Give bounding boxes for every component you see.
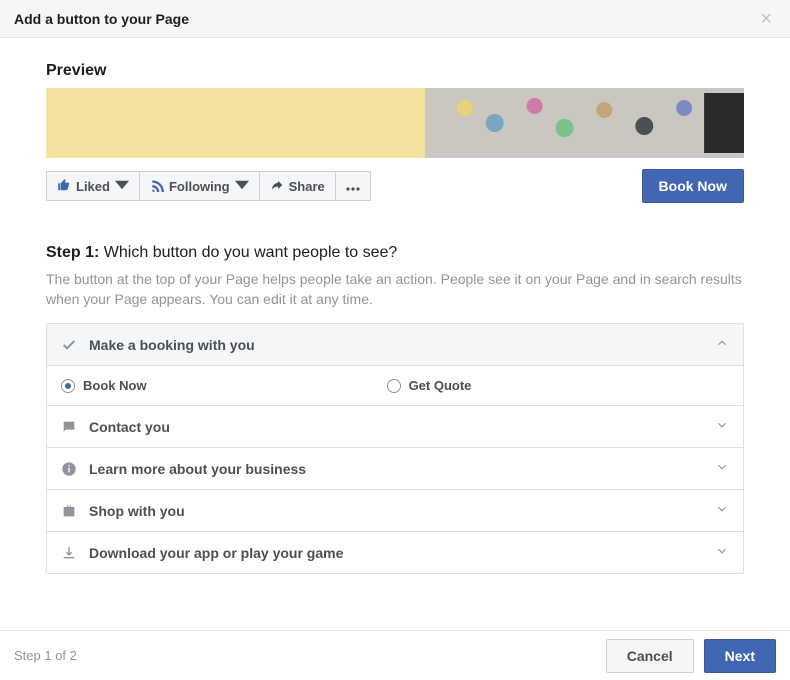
like-icon xyxy=(57,178,71,195)
radio-book-now[interactable]: Book Now xyxy=(61,378,147,393)
following-label: Following xyxy=(169,179,230,194)
caret-down-icon xyxy=(235,178,249,195)
option-make-booking[interactable]: Make a booking with you xyxy=(47,324,743,365)
option-download[interactable]: Download your app or play your game xyxy=(47,531,743,573)
option-shop[interactable]: Shop with you xyxy=(47,489,743,531)
chevron-down-icon xyxy=(715,502,729,519)
caret-down-icon xyxy=(115,178,129,195)
option-contact-label: Contact you xyxy=(89,419,703,435)
share-button[interactable]: Share xyxy=(260,171,336,201)
liked-label: Liked xyxy=(76,179,110,194)
option-download-label: Download your app or play your game xyxy=(89,545,703,561)
step-question: Which button do you want people to see? xyxy=(104,244,398,261)
rss-icon xyxy=(150,178,164,195)
radio-icon xyxy=(387,379,401,393)
modal-header: Add a button to your Page × xyxy=(0,0,790,38)
option-shop-label: Shop with you xyxy=(89,503,703,519)
modal-footer: Step 1 of 2 Cancel Next xyxy=(0,630,790,680)
preview-heading: Preview xyxy=(46,62,744,80)
modal-content: Preview Liked Following xyxy=(0,62,790,574)
option-contact-you[interactable]: Contact you xyxy=(47,405,743,447)
page-button-group: Liked Following Share xyxy=(46,171,371,201)
chat-icon xyxy=(61,419,77,435)
option-learn-more[interactable]: Learn more about your business xyxy=(47,447,743,489)
step-description: The button at the top of your Page helps… xyxy=(46,270,744,309)
modal-title: Add a button to your Page xyxy=(14,11,189,27)
chevron-up-icon xyxy=(715,336,729,353)
following-button[interactable]: Following xyxy=(140,171,260,201)
briefcase-icon xyxy=(61,503,77,519)
option-learn-label: Learn more about your business xyxy=(89,461,703,477)
chevron-down-icon xyxy=(715,544,729,561)
more-button[interactable] xyxy=(336,171,371,201)
step-title: Step 1: Which button do you want people … xyxy=(46,244,744,262)
cover-photo-preview xyxy=(46,88,744,158)
option-make-booking-body: Book Now Get Quote xyxy=(47,365,743,405)
step-label: Step 1: xyxy=(46,244,99,261)
option-make-booking-label: Make a booking with you xyxy=(89,337,703,353)
share-icon xyxy=(270,178,284,195)
check-icon xyxy=(61,337,77,353)
close-icon[interactable]: × xyxy=(756,5,776,33)
radio-icon xyxy=(61,379,75,393)
page-action-bar: Liked Following Share Book Now xyxy=(46,168,744,204)
ellipsis-icon xyxy=(346,179,360,194)
step-counter: Step 1 of 2 xyxy=(14,648,77,663)
button-type-accordion: Make a booking with you Book Now Get Quo… xyxy=(46,323,744,574)
chevron-down-icon xyxy=(715,418,729,435)
radio-get-quote-label: Get Quote xyxy=(409,378,472,393)
download-icon xyxy=(61,545,77,561)
next-button[interactable]: Next xyxy=(704,639,776,673)
chevron-down-icon xyxy=(715,460,729,477)
cancel-button[interactable]: Cancel xyxy=(606,639,694,673)
liked-button[interactable]: Liked xyxy=(46,171,140,201)
share-label: Share xyxy=(289,179,325,194)
radio-book-now-label: Book Now xyxy=(83,378,147,393)
radio-get-quote[interactable]: Get Quote xyxy=(387,378,472,393)
cta-preview-button[interactable]: Book Now xyxy=(642,169,744,203)
info-icon xyxy=(61,461,77,477)
